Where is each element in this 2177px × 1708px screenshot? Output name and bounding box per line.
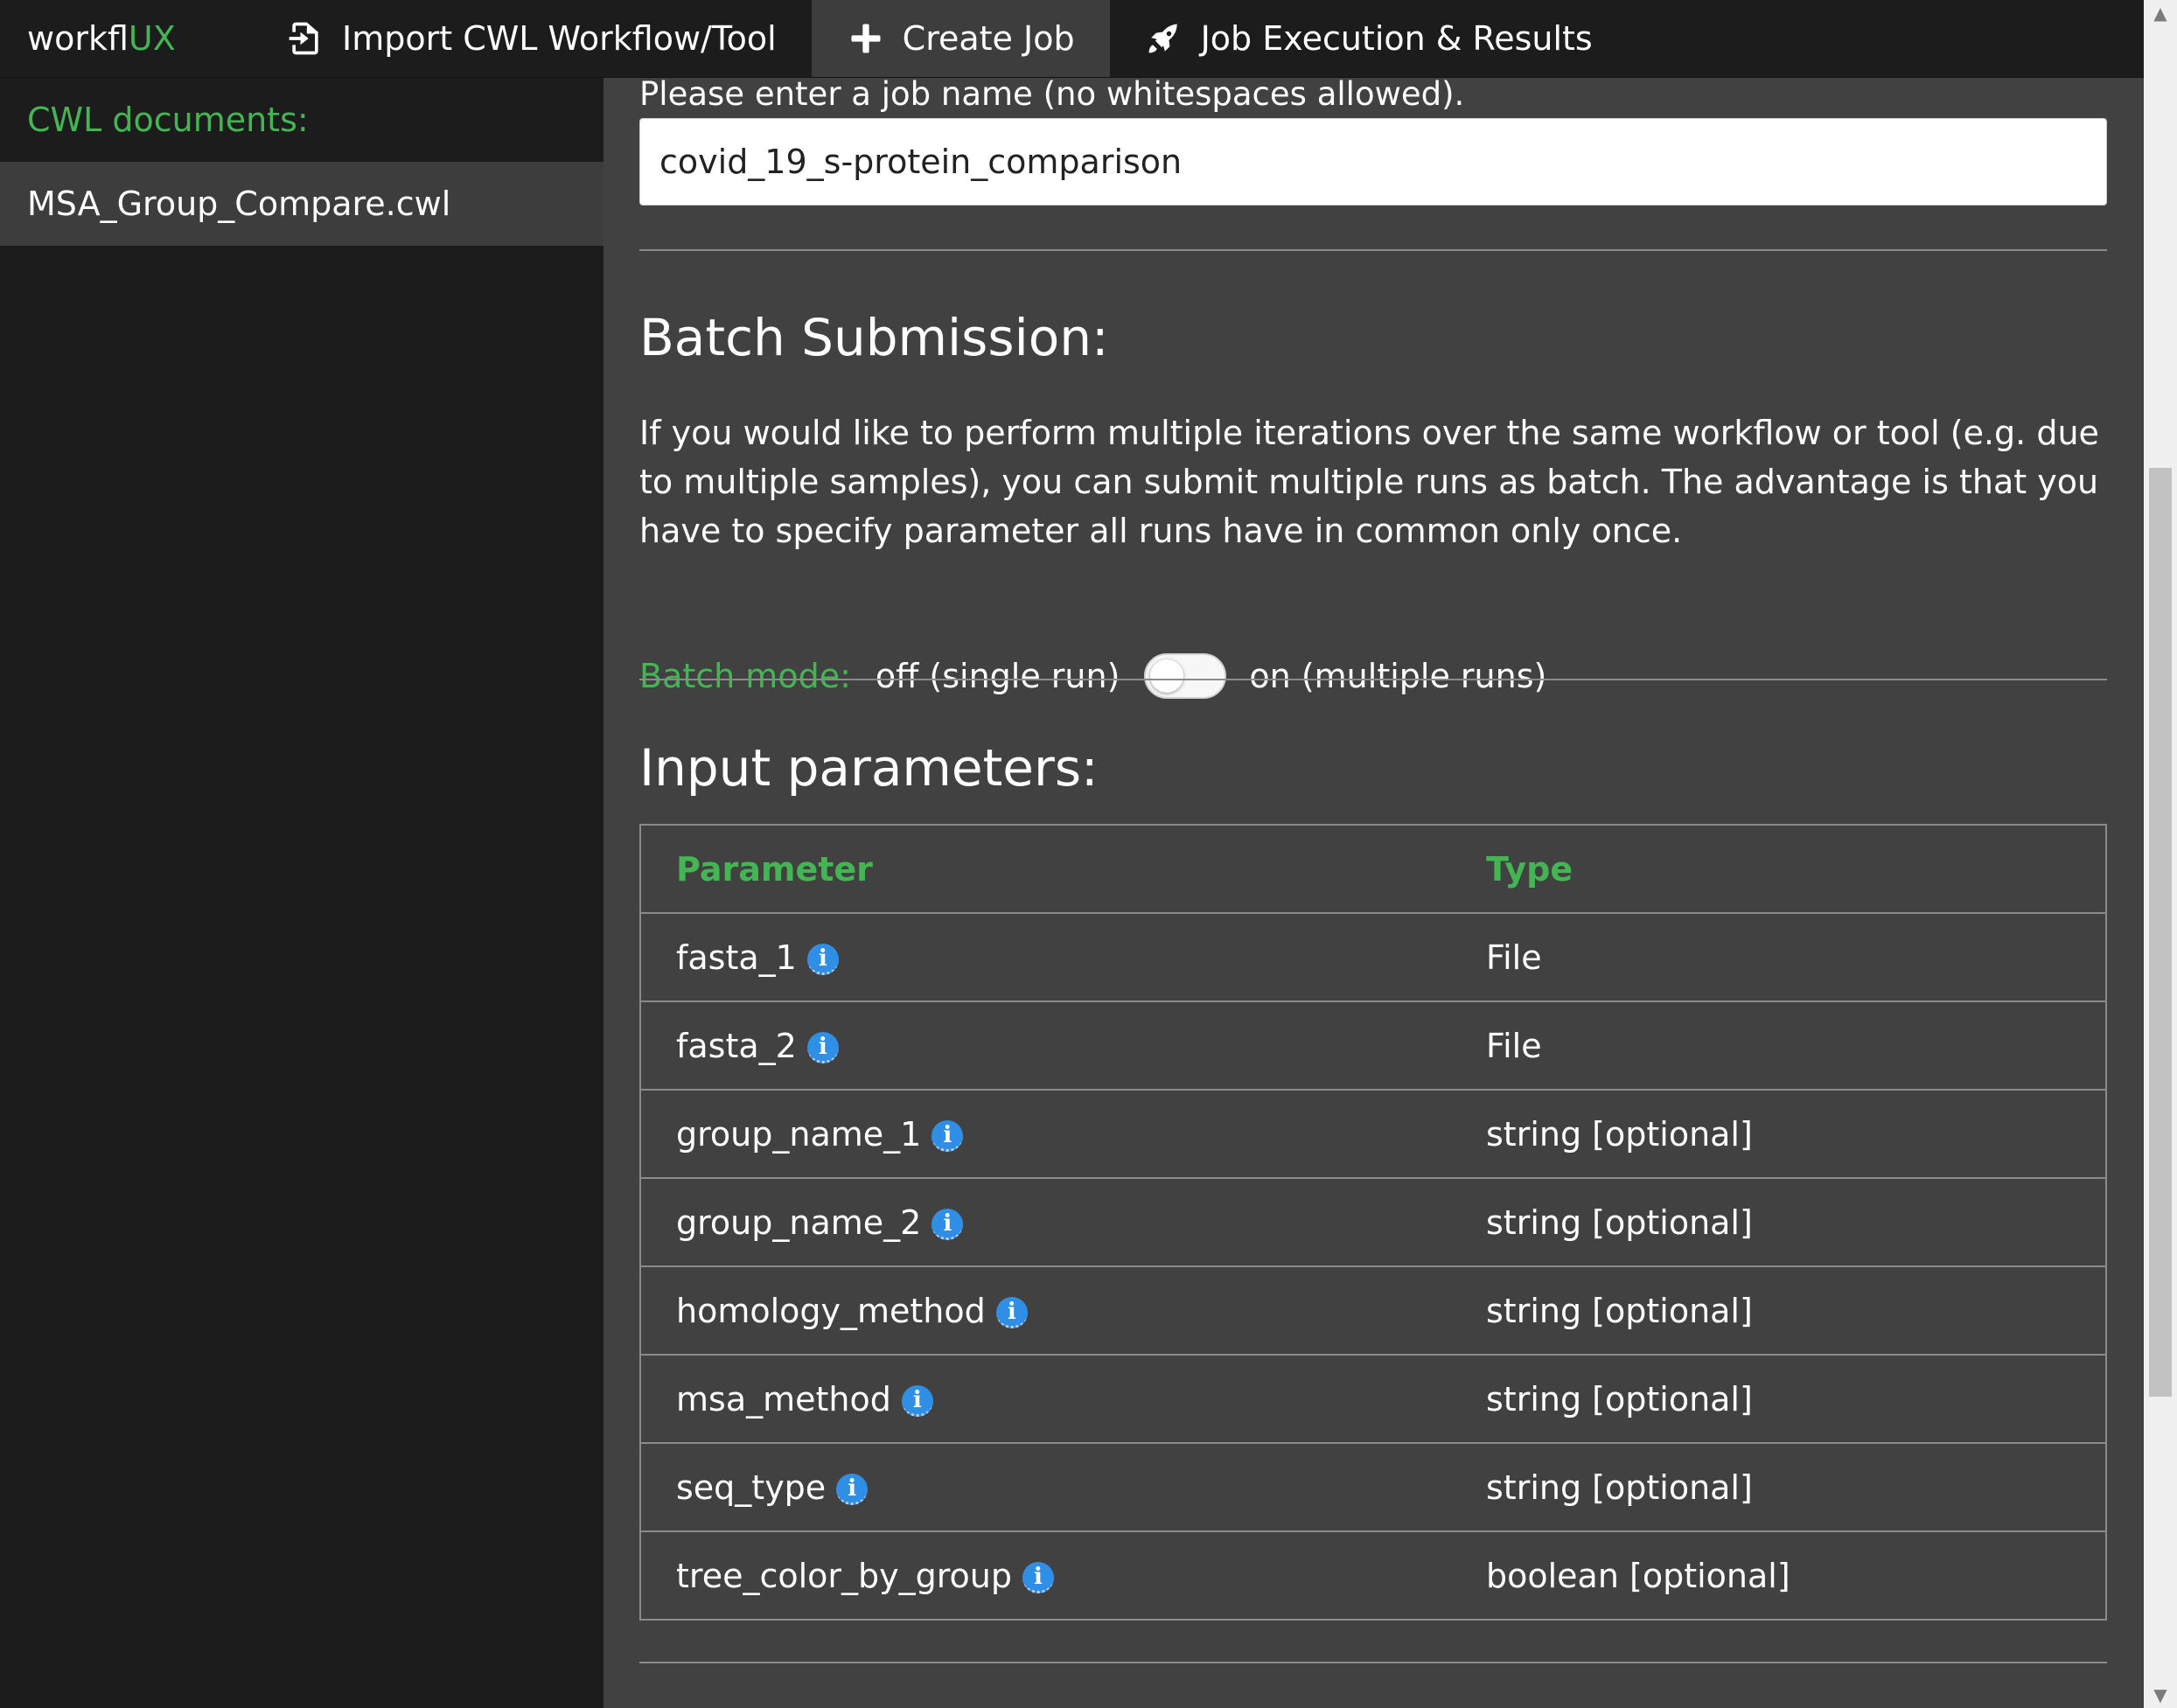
nav-job-execution[interactable]: Job Execution & Results xyxy=(1110,0,1628,77)
nav-create-job[interactable]: Create Job xyxy=(811,0,1110,77)
scroll-down-icon[interactable]: ▼ xyxy=(2144,1682,2177,1708)
rocket-icon xyxy=(1145,19,1183,58)
param-name: fasta_1 xyxy=(676,938,797,977)
sidebar: CWL documents: MSA_Group_Compare.cwl xyxy=(0,78,604,1708)
app-brand[interactable]: workfl UX xyxy=(0,0,251,77)
param-name: homology_method xyxy=(676,1291,986,1330)
nav-create-job-label: Create Job xyxy=(902,19,1075,58)
batch-mode-row: Batch mode: off (single run) on (multipl… xyxy=(639,650,1546,702)
table-row: tree_color_by_group i boolean [optional] xyxy=(640,1531,2106,1621)
scroll-up-icon[interactable]: ▲ xyxy=(2144,0,2177,26)
top-navbar: workfl UX Import CWL Workflow/Tool Create… xyxy=(0,0,2144,78)
brand-accent-text: UX xyxy=(128,19,176,58)
table-header-row: Parameter Type xyxy=(640,825,2106,914)
param-type: string [optional] xyxy=(1451,1355,2106,1444)
divider xyxy=(639,679,2107,680)
sidebar-document-item[interactable]: MSA_Group_Compare.cwl xyxy=(0,162,604,246)
page-scrollbar[interactable]: ▲ ▼ xyxy=(2144,0,2177,1708)
param-name: fasta_2 xyxy=(676,1026,797,1065)
info-icon[interactable]: i xyxy=(932,1120,964,1152)
batch-description: If you would like to perform multiple it… xyxy=(639,414,2099,550)
param-name: group_name_1 xyxy=(676,1114,922,1154)
param-type: string [optional] xyxy=(1451,1443,2106,1532)
table-row: group_name_1 i string [optional] xyxy=(640,1090,2106,1179)
param-name: seq_type xyxy=(676,1467,827,1507)
job-name-prompt: Please enter a job name (no whitespaces … xyxy=(639,78,1465,113)
divider xyxy=(639,249,2107,251)
table-row: msa_method i string [optional] xyxy=(640,1355,2106,1444)
info-icon[interactable]: i xyxy=(806,944,839,975)
nav-import-workflow[interactable]: Import CWL Workflow/Tool xyxy=(251,0,812,77)
batch-mode-label: Batch mode: xyxy=(639,657,851,695)
param-type: string [optional] xyxy=(1451,1090,2106,1179)
nav-job-execution-label: Job Execution & Results xyxy=(1200,19,1593,58)
param-type: boolean [optional] xyxy=(1451,1531,2106,1621)
job-name-input[interactable] xyxy=(639,118,2107,206)
batch-on-label: on (multiple runs) xyxy=(1249,657,1547,695)
nav-import-label: Import CWL Workflow/Tool xyxy=(342,19,777,58)
param-type: File xyxy=(1451,1001,2106,1091)
main-panel: Please enter a job name (no whitespaces … xyxy=(604,78,2144,1708)
toggle-knob xyxy=(1150,659,1184,693)
input-parameters-table: Parameter Type fasta_1 i File fasta_2 i Fi… xyxy=(639,824,2107,1621)
param-name: msa_method xyxy=(676,1379,891,1419)
plus-icon xyxy=(847,19,885,58)
column-header-parameter: Parameter xyxy=(640,825,1451,914)
column-header-type: Type xyxy=(1451,825,2106,914)
info-icon[interactable]: i xyxy=(836,1474,869,1505)
info-icon[interactable]: i xyxy=(901,1385,933,1417)
table-row: fasta_1 i File xyxy=(640,913,2106,1002)
table-body: fasta_1 i File fasta_2 i File group_name_1… xyxy=(640,913,2106,1621)
param-name: tree_color_by_group xyxy=(676,1556,1012,1595)
table-row: fasta_2 i File xyxy=(640,1001,2106,1091)
table-row: group_name_2 i string [optional] xyxy=(640,1178,2106,1267)
table-row: homology_method i string [optional] xyxy=(640,1266,2106,1356)
sidebar-heading: CWL documents: xyxy=(27,101,309,139)
input-parameters-title: Input parameters: xyxy=(639,738,1099,798)
param-type: string [optional] xyxy=(1451,1266,2106,1356)
info-icon[interactable]: i xyxy=(932,1209,964,1240)
batch-off-label: off (single run) xyxy=(875,657,1120,695)
param-name: group_name_2 xyxy=(676,1203,922,1242)
brand-text: workfl xyxy=(27,19,129,58)
import-icon xyxy=(286,19,324,58)
info-icon[interactable]: i xyxy=(995,1297,1028,1328)
param-type: File xyxy=(1451,913,2106,1002)
param-type: string [optional] xyxy=(1451,1178,2106,1267)
divider xyxy=(639,1662,2107,1663)
table-row: seq_type i string [optional] xyxy=(640,1443,2106,1532)
batch-mode-toggle[interactable] xyxy=(1144,653,1227,699)
info-icon[interactable]: i xyxy=(1022,1562,1054,1593)
scrollbar-thumb[interactable] xyxy=(2149,468,2172,1397)
batch-section-title: Batch Submission: xyxy=(639,308,1109,367)
info-icon[interactable]: i xyxy=(806,1032,839,1063)
